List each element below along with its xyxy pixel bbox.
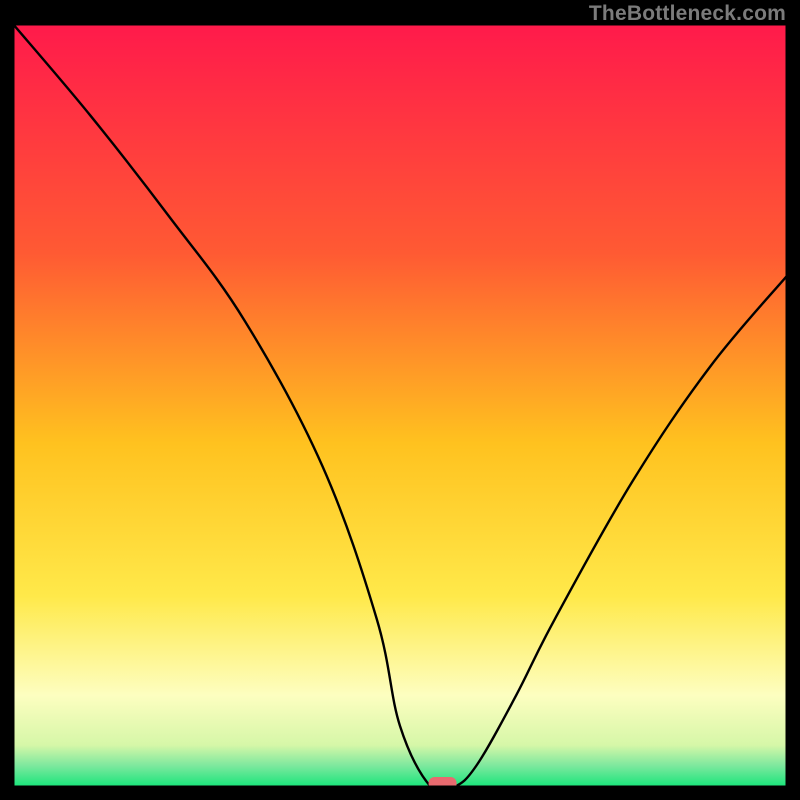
watermark-text: TheBottleneck.com (589, 2, 786, 26)
chart-background (13, 24, 787, 787)
bottleneck-chart (13, 24, 787, 787)
chart-frame (13, 24, 787, 787)
